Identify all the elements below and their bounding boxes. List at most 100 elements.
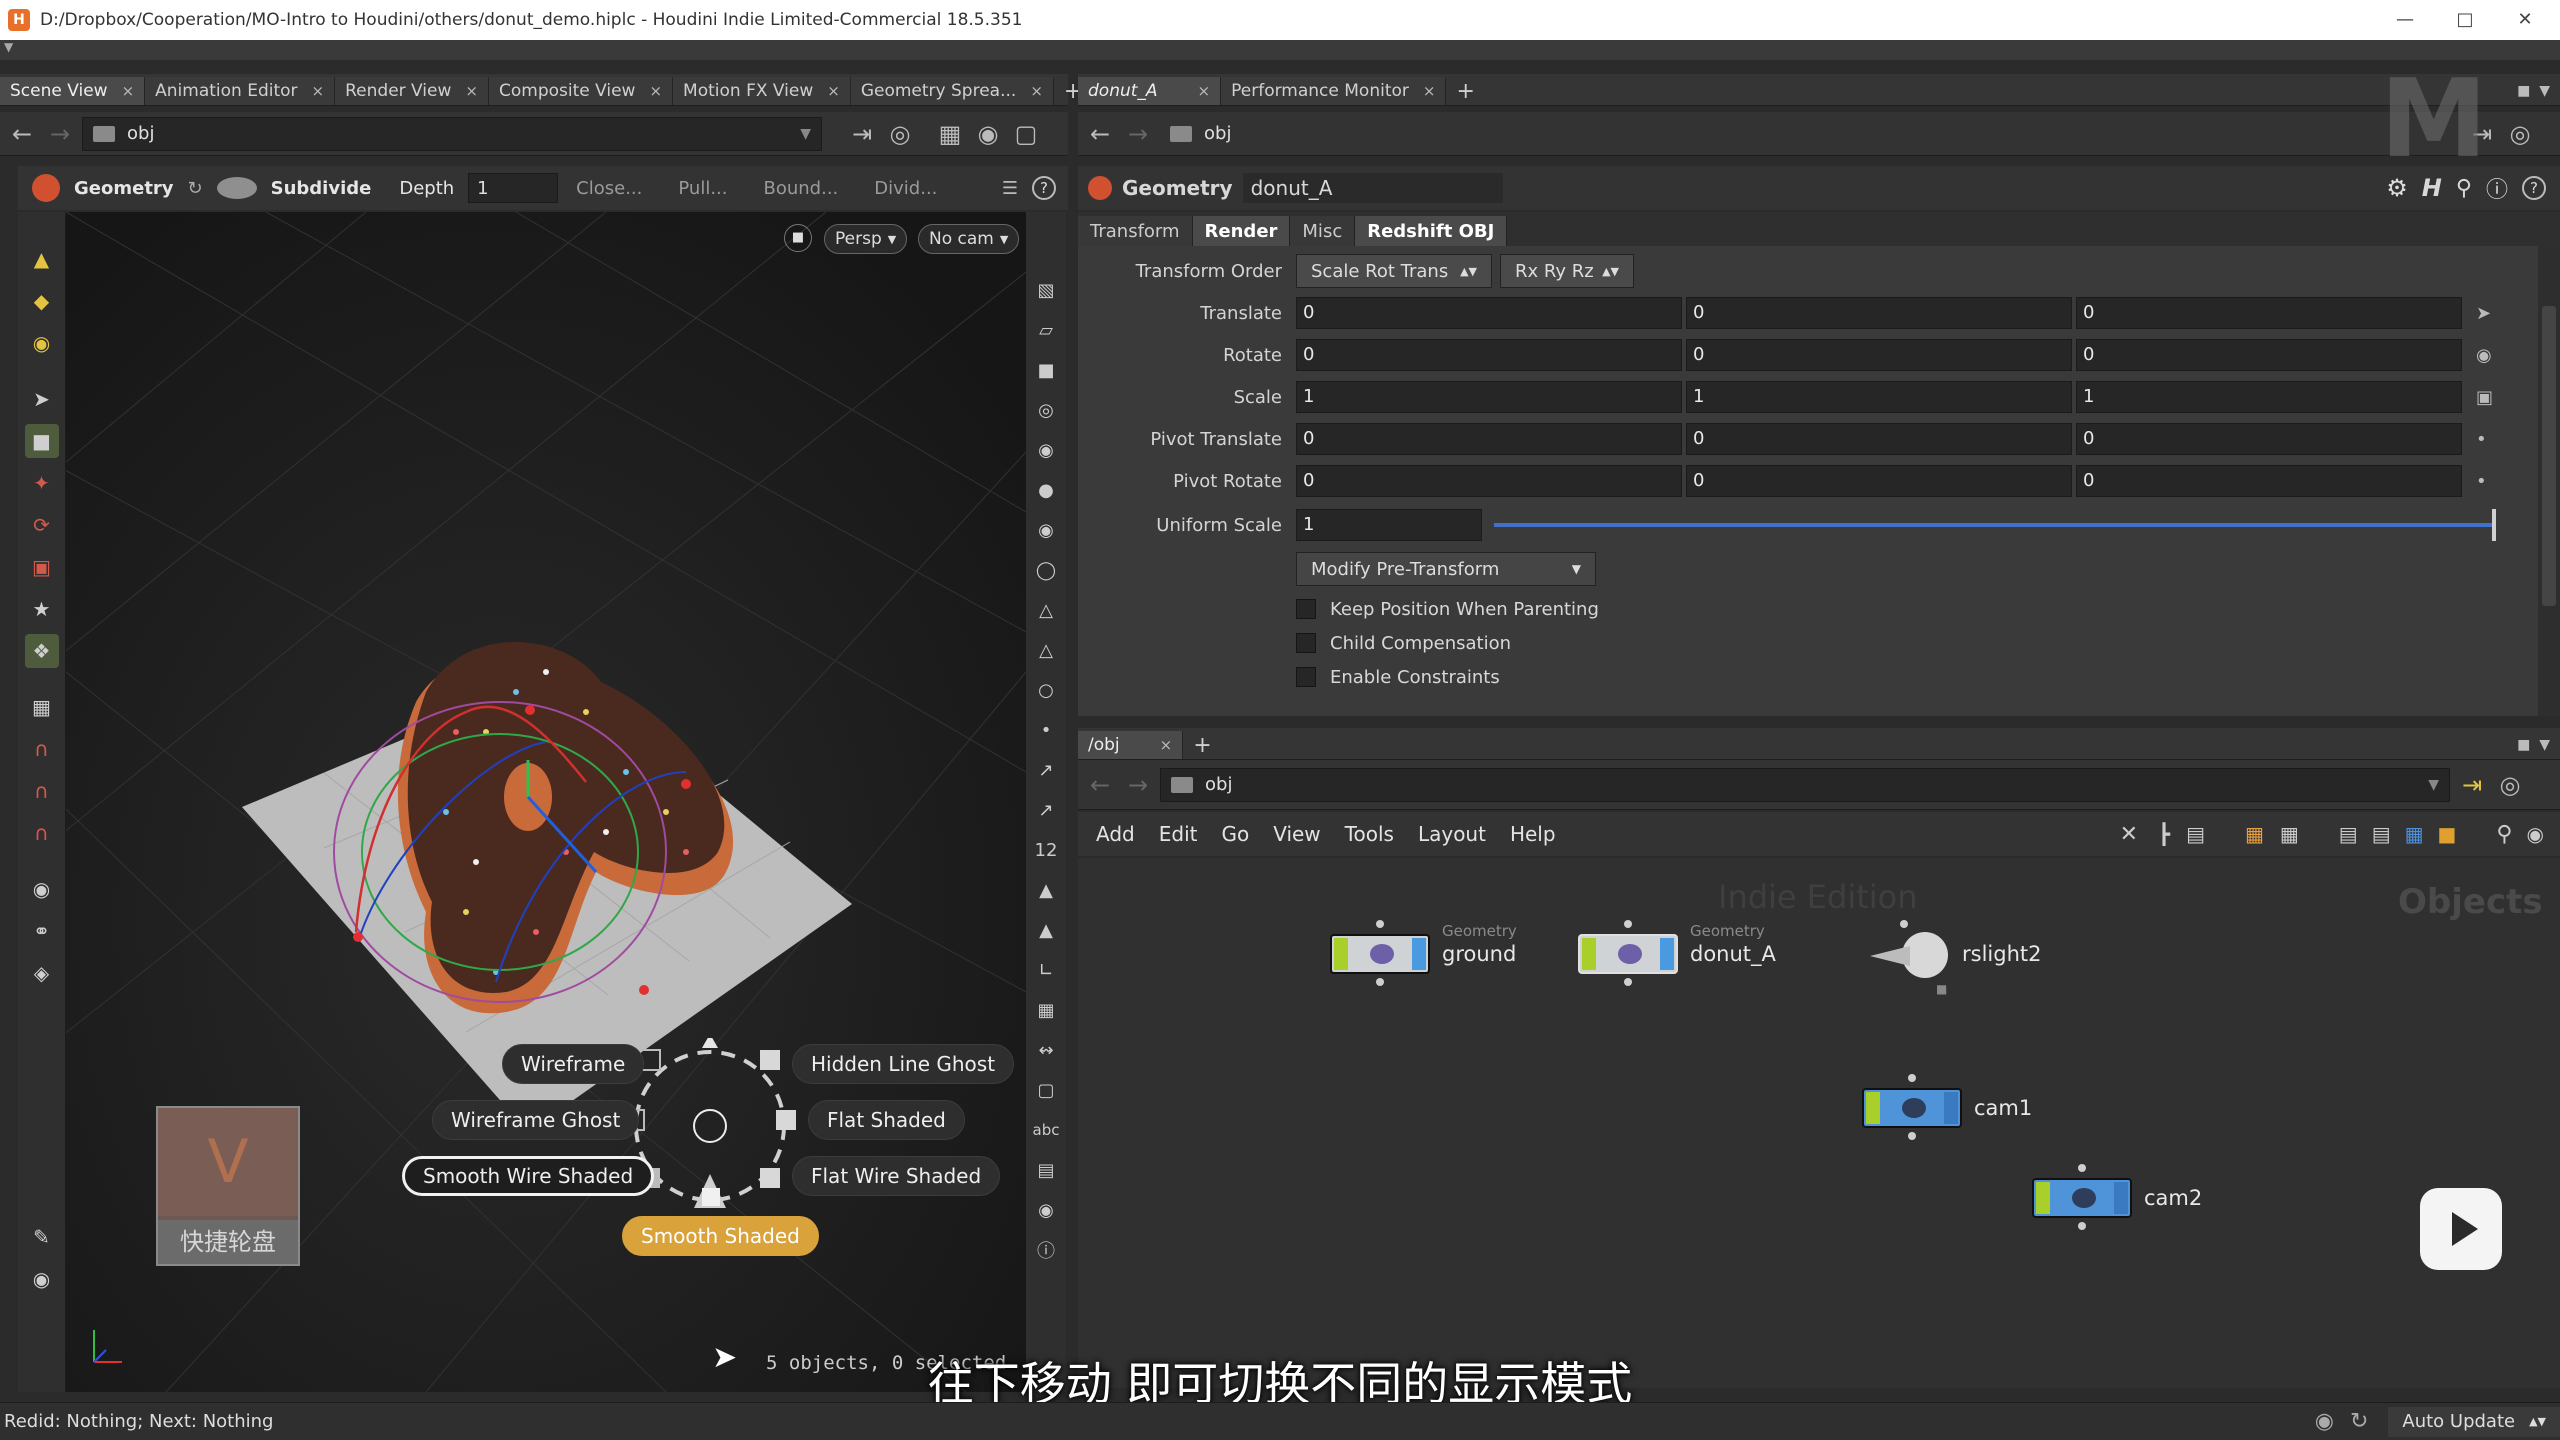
render-region-icon[interactable]: ◈ bbox=[25, 956, 59, 990]
tab-motion-fx-view[interactable]: Motion FX View × bbox=[673, 77, 851, 105]
minimize-button[interactable]: — bbox=[2375, 0, 2435, 40]
display-options-icon[interactable]: ▢ bbox=[1010, 118, 1042, 150]
ptab-render[interactable]: Render bbox=[1192, 216, 1291, 246]
vector-icon[interactable]: ↗ bbox=[1032, 756, 1060, 784]
pivot-rotate-z-field[interactable]: 0 bbox=[2076, 465, 2462, 497]
depth-field[interactable]: 1 bbox=[468, 173, 559, 203]
breakpoints-icon[interactable]: ▦ bbox=[1032, 996, 1060, 1024]
snapshot-icon[interactable]: ▤ bbox=[2339, 822, 2358, 846]
node-body[interactable] bbox=[1862, 1088, 1962, 1128]
node-input-dot[interactable] bbox=[1908, 1074, 1916, 1082]
pivot-rotate-x-field[interactable]: 0 bbox=[1296, 465, 1682, 497]
pivot-rotate-y-field[interactable]: 0 bbox=[1686, 465, 2072, 497]
rotate-y-field[interactable]: 0 bbox=[1686, 339, 2072, 371]
gear-icon[interactable]: ⚙ bbox=[2386, 174, 2408, 202]
node-body[interactable] bbox=[1578, 934, 1678, 974]
face-icon[interactable]: ▲ bbox=[1032, 916, 1060, 944]
rotate-handle-icon[interactable]: ⟳ bbox=[25, 508, 59, 542]
menu-tools[interactable]: Tools bbox=[1345, 822, 1394, 846]
menu-view[interactable]: View bbox=[1273, 822, 1320, 846]
scale-x-field[interactable]: 1 bbox=[1296, 381, 1682, 413]
chevron-down-icon[interactable]: ▼ bbox=[800, 126, 811, 142]
prim-normal-icon[interactable]: ▲ bbox=[1032, 876, 1060, 904]
rotate-order-menu[interactable]: Rx Ry Rz ▲▼ bbox=[1500, 254, 1634, 288]
menu-chevron-icon[interactable]: ▼ bbox=[4, 40, 13, 54]
mode-wireframe[interactable]: Wireframe bbox=[502, 1044, 645, 1084]
node-output-dot[interactable] bbox=[2078, 1222, 2086, 1230]
network-box-icon[interactable]: ■ bbox=[2438, 822, 2457, 846]
notes-icon[interactable]: ▤ bbox=[2372, 822, 2391, 846]
paint-icon[interactable]: ✎ bbox=[25, 1220, 59, 1254]
pull-dropdown[interactable]: Pull... bbox=[678, 178, 727, 199]
scale-z-field[interactable]: 1 bbox=[2076, 381, 2462, 413]
search-icon[interactable]: ⚲ bbox=[2456, 176, 2472, 201]
tab-render-view[interactable]: Render View × bbox=[335, 77, 489, 105]
camera-dropdown[interactable]: No cam ▼ bbox=[918, 224, 1020, 254]
back-arrow-icon[interactable]: ← bbox=[6, 118, 38, 150]
mode-hidden-line-ghost[interactable]: Hidden Line Ghost bbox=[792, 1044, 1015, 1084]
enable-constraints-checkbox[interactable] bbox=[1296, 667, 1316, 687]
lock-select-icon[interactable]: ■ bbox=[24, 424, 59, 458]
close-icon[interactable]: × bbox=[1160, 736, 1173, 754]
node-output-dot[interactable] bbox=[1624, 978, 1632, 986]
close-icon[interactable]: × bbox=[1030, 82, 1043, 100]
close-icon[interactable]: × bbox=[1198, 82, 1211, 100]
forward-arrow-icon[interactable]: → bbox=[1122, 118, 1154, 150]
mode-flat-wire-shaded[interactable]: Flat Wire Shaded bbox=[792, 1156, 1001, 1196]
add-tab-button[interactable]: + bbox=[1446, 77, 1484, 105]
scrollbar-thumb[interactable] bbox=[2542, 306, 2556, 606]
point-number-icon[interactable]: 12 bbox=[1032, 836, 1060, 864]
uniform-scale-slider[interactable] bbox=[1494, 509, 2496, 541]
bounding-box-icon[interactable]: ▢ bbox=[1032, 1076, 1060, 1104]
menu-help[interactable]: Help bbox=[1510, 822, 1556, 846]
node-input-dot[interactable] bbox=[1376, 920, 1384, 928]
close-icon[interactable]: × bbox=[122, 82, 135, 100]
tile-view-icon[interactable]: ▦ bbox=[2280, 822, 2299, 846]
closure-dropdown[interactable]: Close... bbox=[576, 178, 642, 199]
scale-handle-icon[interactable]: ▣ bbox=[25, 550, 59, 584]
pane-options-icon[interactable]: ■ ▼ bbox=[2517, 77, 2560, 105]
ptab-redshift-obj[interactable]: Redshift OBJ bbox=[1355, 216, 1508, 246]
list-view-icon[interactable]: ▤ bbox=[2186, 822, 2205, 846]
menu-go[interactable]: Go bbox=[1221, 822, 1249, 846]
camera-settings-icon[interactable]: ◉ bbox=[972, 118, 1004, 150]
keep-position-checkbox[interactable] bbox=[1296, 599, 1316, 619]
rotate-z-field[interactable]: 0 bbox=[2076, 339, 2462, 371]
close-window-button[interactable]: ✕ bbox=[2495, 0, 2555, 40]
transform-handle-icon[interactable]: ✦ bbox=[25, 466, 59, 500]
houdini-help-icon[interactable]: H bbox=[2422, 174, 2442, 202]
parameters-icon[interactable]: ☰ bbox=[1002, 178, 1018, 199]
light-icon[interactable]: ● bbox=[1032, 476, 1060, 504]
shading-icon[interactable]: ◉ bbox=[1032, 436, 1060, 464]
forward-arrow-icon[interactable]: → bbox=[1122, 769, 1154, 801]
link-icon[interactable]: ◎ bbox=[2494, 769, 2526, 801]
path-field[interactable]: obj ▼ bbox=[1160, 767, 2450, 802]
mode-smooth-shaded[interactable]: Smooth Shaded bbox=[622, 1216, 819, 1256]
tab-animation-editor[interactable]: Animation Editor × bbox=[145, 77, 336, 105]
node-name-field[interactable]: donut_A bbox=[1242, 173, 1503, 203]
magnet-icon[interactable]: ∩ bbox=[25, 816, 59, 850]
search-icon[interactable]: ⚲ bbox=[2496, 822, 2512, 847]
snap-points-icon[interactable]: ∩ bbox=[25, 774, 59, 808]
lock-camera-icon[interactable]: ■ bbox=[784, 224, 812, 252]
close-icon[interactable]: × bbox=[649, 82, 662, 100]
visibility-icon[interactable]: ◎ bbox=[1032, 396, 1060, 424]
path-field[interactable]: obj ▼ bbox=[82, 116, 822, 151]
ptab-transform[interactable]: Transform bbox=[1078, 216, 1193, 246]
node-input-dot[interactable] bbox=[1624, 920, 1632, 928]
pivot-icon[interactable]: ↭ bbox=[1032, 1036, 1060, 1064]
network-view[interactable]: Indie Edition Objects Geometry ground Ge… bbox=[1078, 858, 2560, 1388]
divide-dropdown[interactable]: Divid... bbox=[874, 178, 937, 199]
link-icon[interactable]: ◎ bbox=[2504, 118, 2536, 150]
add-tab-button[interactable]: + bbox=[1183, 731, 1221, 759]
chat-icon[interactable]: ◉ bbox=[2315, 1409, 2334, 1434]
uniform-scale-field[interactable]: 1 bbox=[1296, 509, 1482, 541]
rotate-x-field[interactable]: 0 bbox=[1296, 339, 1682, 371]
select-primitives-icon[interactable]: ◉ bbox=[25, 326, 59, 360]
pivot-translate-x-field[interactable]: 0 bbox=[1296, 423, 1682, 455]
tab-composite-view[interactable]: Composite View × bbox=[488, 77, 674, 105]
child-compensation-checkbox[interactable] bbox=[1296, 633, 1316, 653]
tab-scene-view[interactable]: Scene View × bbox=[0, 77, 146, 105]
auto-update-dropdown[interactable]: Auto Update ▲▼ bbox=[2388, 1406, 2560, 1437]
sculpt-icon[interactable]: ◉ bbox=[25, 1262, 59, 1296]
